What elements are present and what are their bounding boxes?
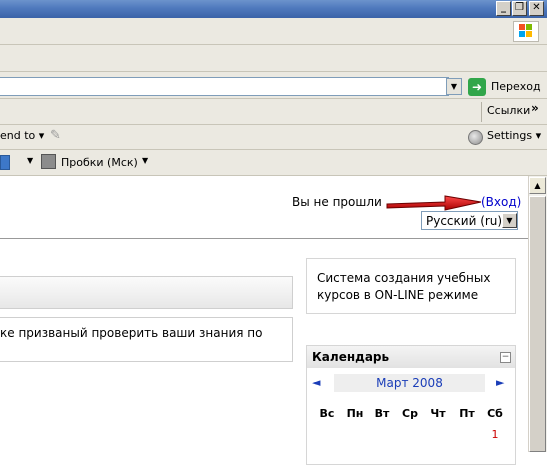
calendar-header: Календарь − [307,346,515,368]
calendar-day[interactable]: 1 [483,428,507,441]
description-text: ке призваный проверить ваши знания по [0,326,263,340]
address-dropdown-button[interactable]: ▼ [446,78,462,95]
weekday-mon: Пн [346,407,364,420]
window-titlebar [0,0,547,18]
traffic-icon[interactable] [41,154,56,169]
scroll-up-button[interactable]: ▲ [529,177,546,194]
dropdown-arrow-icon[interactable]: ▼ [502,213,517,228]
weekday-sun: Вс [319,407,335,420]
next-month-button[interactable]: ► [496,376,504,389]
weekday-sat: Сб [487,407,503,420]
weekday-wed: Ср [402,407,418,420]
go-label: Переход [491,80,541,93]
pencil-icon[interactable]: ✎ [50,128,64,143]
scroll-thumb[interactable] [529,196,546,452]
prev-month-button[interactable]: ◄ [312,376,320,389]
maximize-button[interactable]: ❐ [512,1,527,16]
dropdown-arrow-icon[interactable]: ▼ [142,156,148,165]
dropdown-arrow-icon[interactable]: ▼ [27,156,33,165]
description-box: ке призваный проверить ваши знания по [0,317,293,362]
calendar-month[interactable]: Март 2008 [334,374,485,392]
go-arrow-icon: ➜ [468,78,486,96]
chevron-more-icon[interactable]: » [531,101,539,115]
weekday-fri: Пт [459,407,475,420]
windows-logo-icon [513,21,539,42]
header-divider [0,238,528,239]
language-value: Русский (ru) [426,214,503,228]
site-description-block: Система создания учебных курсов в ON-LIN… [306,258,516,314]
weekday-tue: Вт [374,407,390,420]
links-button[interactable]: Ссылки [487,104,530,117]
standard-toolbar [0,45,547,72]
settings-icon[interactable] [468,130,483,145]
close-button[interactable]: ✕ [529,1,544,16]
site-description-text: Система создания учебных курсов в ON-LIN… [317,271,491,302]
addon-toolbar [0,125,547,150]
go-button[interactable]: ➜ Переход [468,77,546,97]
links-bar [0,99,547,125]
menu-bar [0,18,547,45]
minimize-button[interactable]: _ [496,1,511,16]
calendar-title: Календарь [312,350,390,364]
weekday-thu: Чт [430,407,446,420]
language-select[interactable]: Русский (ru) ▼ [421,211,518,230]
toolbar-separator [481,102,482,122]
send-to-button[interactable]: end to ▾ [0,129,44,142]
settings-button[interactable]: Settings ▾ [487,129,541,142]
login-link[interactable]: (Вход) [481,195,521,209]
info-banner [0,276,293,309]
address-input[interactable] [0,77,449,96]
collapse-icon[interactable]: − [500,352,511,363]
login-status-text: Вы не прошли [292,195,382,209]
toolbar-app-icon[interactable] [0,155,10,170]
traffic-button[interactable]: Пробки (Мск) [61,156,138,169]
calendar-block: Календарь − ◄ Март 2008 ► Вс Пн Вт Ср Чт… [306,345,516,465]
